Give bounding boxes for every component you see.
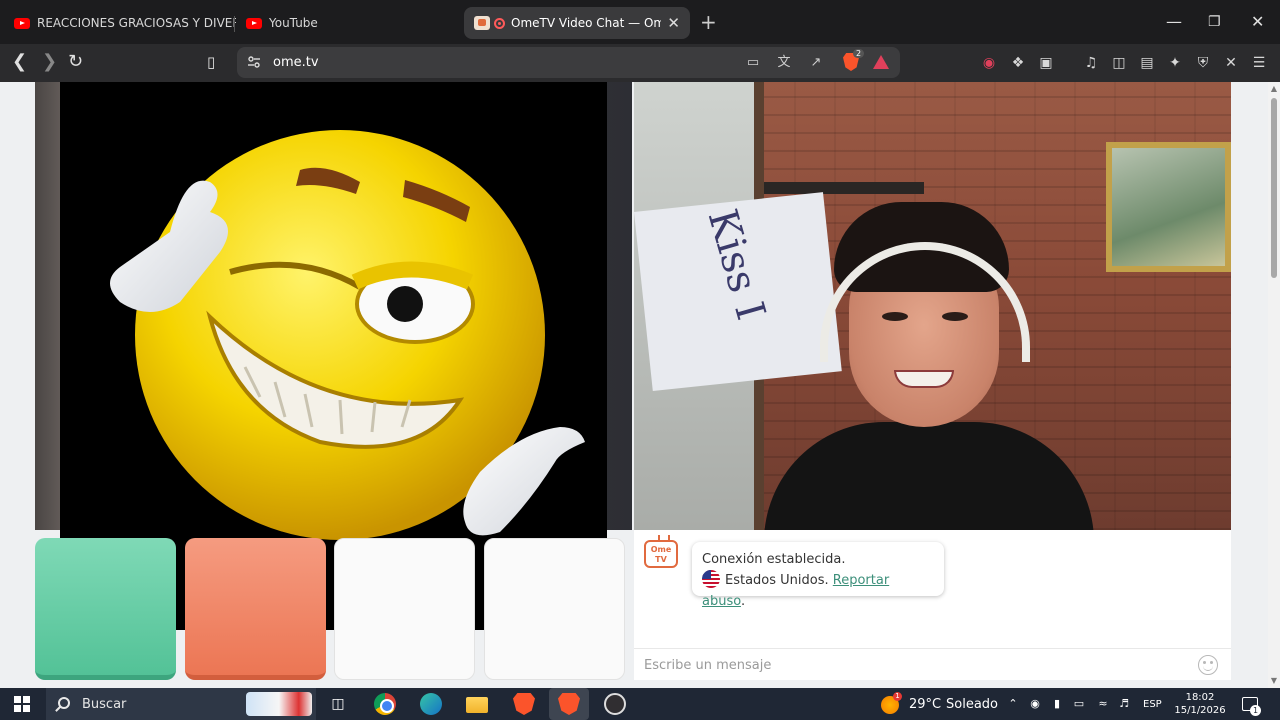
battery-icon[interactable]: ▭ [1072,698,1086,710]
volume-icon[interactable]: ♬ [1117,698,1131,710]
wall-painting [1106,142,1231,272]
system-clock[interactable]: 18:02 15/1/2026 [1168,691,1232,717]
person-eye [882,312,908,321]
windows-taskbar: Buscar ◫ 1 29°C Soleado ⌃ ◉ ▮ ▭ ≈ ♬ ESP … [0,688,1280,720]
country-line: Estados Unidos. Reportar abuso. [702,570,934,612]
shelf [764,182,924,194]
search-label: Buscar [82,697,127,712]
record-extension-icon[interactable]: ◉ [980,54,998,72]
taskbar-search[interactable]: Buscar [46,688,316,720]
file-explorer-icon[interactable] [466,697,488,713]
brave-active-icon [558,693,580,715]
screenshot-icon[interactable]: ▣ [1037,54,1055,72]
country-name: Estados Unidos. [725,573,829,588]
clock-time: 18:02 [1185,692,1215,703]
obs-icon[interactable] [604,693,626,715]
scroll-thumb[interactable] [1271,98,1277,278]
extensions-icon[interactable]: ❖ [1009,54,1027,72]
forward-icon[interactable]: ❯ [42,52,57,72]
person-eye [942,312,968,321]
brave-browser-icon[interactable] [513,693,535,715]
chevron-up-icon[interactable]: ⌃ [1006,698,1020,710]
message-input-bar [634,648,1231,681]
youtube-icon [14,17,30,29]
url-text[interactable]: ome.tv [273,55,319,70]
recording-icon [494,17,505,29]
scroll-up-icon[interactable]: ▲ [1270,84,1278,93]
site-settings-icon[interactable] [247,55,261,69]
person-shirt [764,422,1094,530]
menu-icon[interactable]: ☰ [1250,54,1268,72]
wallet-icon[interactable]: ▤ [1138,54,1156,72]
cast-icon[interactable]: ▭ [745,55,761,71]
tools-icon[interactable]: ✕ [1222,54,1240,72]
system-message-bubble: Conexión establecida. Estados Unidos. Re… [692,542,944,609]
media-icon[interactable]: ♫ [1082,54,1100,72]
edge-icon[interactable] [420,693,442,715]
sign-text: Kiss I [698,204,774,325]
wifi-icon[interactable]: ≈ [1096,698,1110,710]
tab-title: YouTube [269,16,318,30]
browser-tab-strip: REACCIONES GRACIOSAS Y DIVERTID YouTube … [0,0,1280,44]
reload-icon[interactable]: ↻ [68,52,83,72]
new-tab-button[interactable]: + [700,12,717,32]
remote-video: Kiss I [634,82,1231,530]
ometv-logo: Ome TV [644,540,678,568]
close-window-button[interactable]: ✕ [1251,12,1264,32]
shields-count-badge: 2 [853,49,865,58]
country-button[interactable] [334,538,475,680]
search-icon [58,697,70,709]
message-input[interactable] [634,649,1194,681]
sidebar-icon[interactable]: ◫ [1110,54,1128,72]
brave-rewards-icon[interactable] [873,55,889,69]
us-flag-icon [702,570,720,588]
share-icon[interactable]: ↗ [808,55,824,71]
back-icon[interactable]: ❮ [12,52,27,72]
tab-reacciones[interactable]: REACCIONES GRACIOSAS Y DIVERTID [4,7,236,39]
person-smile [894,370,954,388]
chrome-icon[interactable] [374,693,396,715]
bookmark-icon[interactable]: ▯ [207,52,215,72]
connection-status: Conexión establecida. [702,552,846,567]
minimize-button[interactable]: — [1166,12,1182,32]
tab-ometv-active[interactable]: OmeTV Video Chat — Omegl ✕ [464,7,690,39]
paper-sign: Kiss I [634,192,842,392]
webcam-icon[interactable]: ◉ [1028,698,1042,710]
active-app-highlight[interactable] [549,688,589,720]
youtube-icon [246,17,262,29]
ometv-page: Kiss I Ome TV Conexión establecida. Esta… [0,82,1268,688]
ometv-favicon [474,16,490,30]
windows-start-icon[interactable] [14,696,30,712]
tab-separator [234,16,235,32]
maximize-button[interactable]: ❐ [1208,12,1221,32]
emoji-picker-icon[interactable] [1198,655,1218,675]
translate-icon[interactable]: 文 [776,55,792,71]
search-highlight-image [246,692,312,716]
notification-badge: 1 [1250,705,1261,716]
microphone-icon[interactable]: ▮ [1050,698,1064,710]
start-button[interactable] [35,538,176,680]
gender-button[interactable] [484,538,625,680]
remote-person [764,202,1094,530]
clock-date: 15/1/2026 [1174,705,1226,716]
leo-ai-icon[interactable]: ✦ [1166,54,1184,72]
weather-condition[interactable]: Soleado [946,697,998,712]
close-tab-icon[interactable]: ✕ [667,14,680,32]
vpn-shield-icon[interactable]: ⛨ [1194,54,1212,72]
stop-button[interactable] [185,538,326,680]
tab-title: REACCIONES GRACIOSAS Y DIVERTID [37,16,236,30]
tab-youtube[interactable]: YouTube [236,7,386,39]
input-language[interactable]: ESP [1143,699,1162,710]
temperature[interactable]: 29°C [909,697,941,712]
report-suffix: . [740,594,746,609]
task-view-icon[interactable]: ◫ [327,693,349,715]
browser-toolbar: ❮ ❯ ↻ ▯ ome.tv ▭ 文 ↗ 2 ◉ ❖ ▣ ♫ ◫ ▤ ✦ ⛨ ✕… [0,44,1280,82]
scroll-down-icon[interactable]: ▼ [1270,676,1278,685]
weather-badge: 1 [893,692,902,701]
page-scrollbar[interactable]: ▲ ▼ [1268,82,1280,688]
address-bar[interactable]: ome.tv ▭ 文 ↗ 2 [237,47,900,78]
tab-title: OmeTV Video Chat — Omegl [511,16,662,30]
